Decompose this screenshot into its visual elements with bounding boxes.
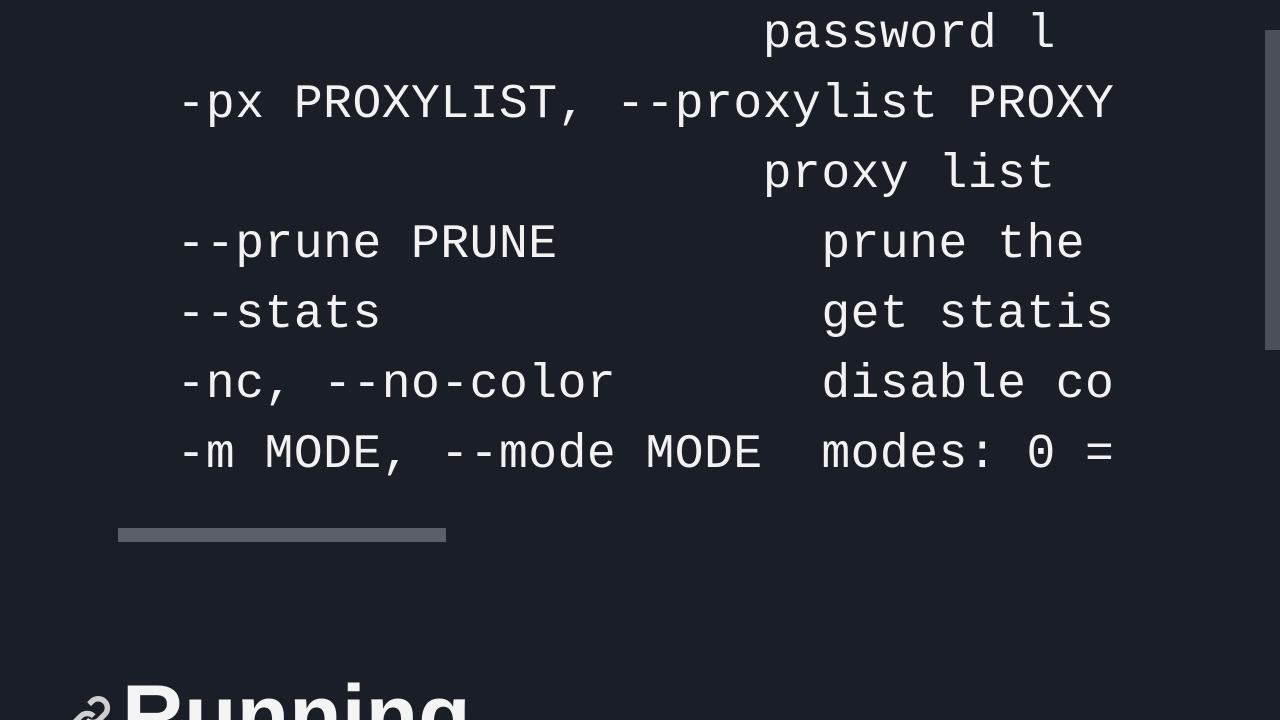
anchor-link-icon[interactable]: [68, 696, 112, 720]
code-line: -m MODE, --mode MODE modes: 0 =: [118, 420, 1265, 490]
page-root: password l -px PROXYLIST, --proxylist PR…: [0, 0, 1280, 720]
vertical-scrollbar-track[interactable]: [1265, 0, 1280, 720]
code-line: --prune PRUNE prune the: [118, 210, 1265, 280]
code-line: --stats get statis: [118, 280, 1265, 350]
horizontal-scrollbar-thumb[interactable]: [118, 528, 446, 542]
code-line: -nc, --no-color disable co: [118, 350, 1265, 420]
section-heading: Running: [122, 667, 471, 720]
code-block: password l -px PROXYLIST, --proxylist PR…: [0, 0, 1265, 490]
code-line: proxy list: [118, 140, 1265, 210]
code-line: password l: [118, 0, 1265, 70]
code-line: -px PROXYLIST, --proxylist PROXY: [118, 70, 1265, 140]
vertical-scrollbar-thumb[interactable]: [1265, 30, 1280, 350]
